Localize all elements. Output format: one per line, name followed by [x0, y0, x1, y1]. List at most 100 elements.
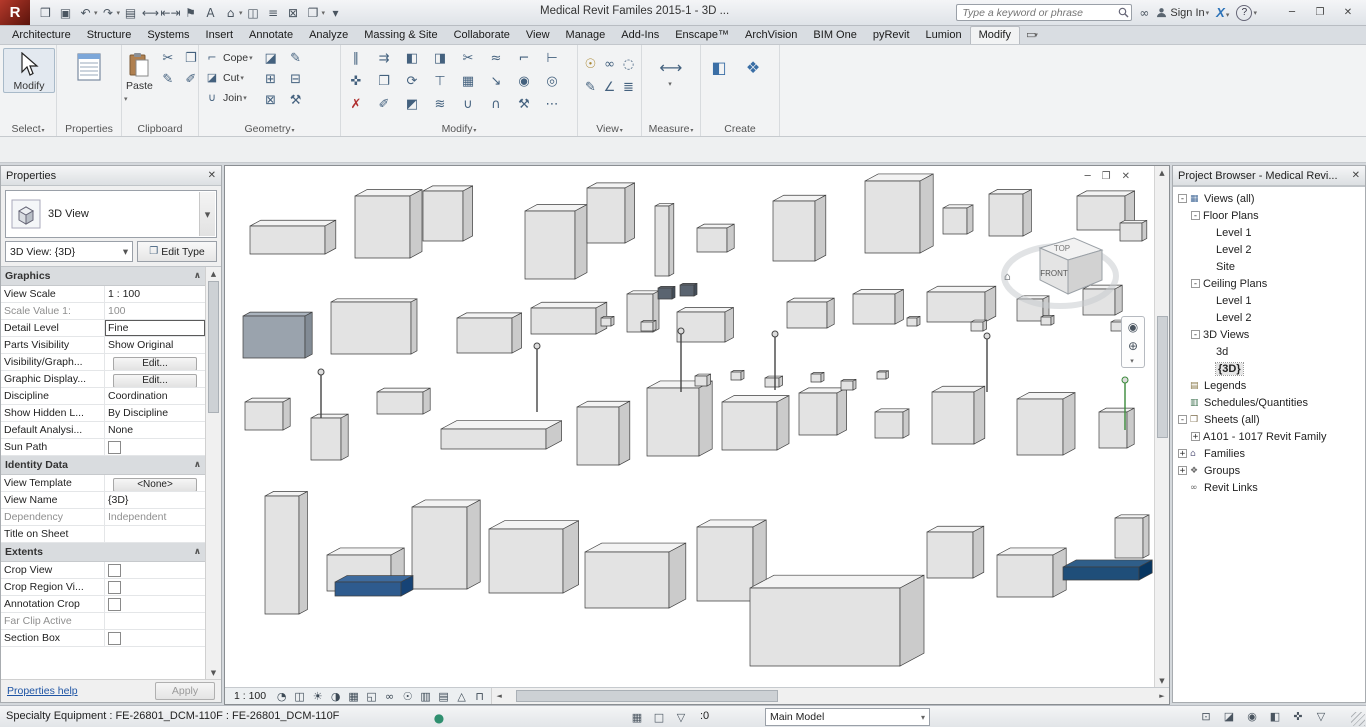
properties-help-link[interactable]: Properties help — [7, 685, 78, 697]
cut-icon[interactable]: ✂ — [156, 48, 180, 68]
unpin-icon[interactable]: ◎ — [540, 71, 564, 91]
tree-item-ceiling-plans[interactable]: -Ceiling Plans — [1173, 275, 1365, 292]
section-graphics[interactable]: Graphics∧ — [1, 267, 205, 286]
tree-item-legends[interactable]: ▤Legends — [1173, 377, 1365, 394]
editable-only-icon[interactable]: □ — [650, 710, 668, 725]
tree-item-sheets-all[interactable]: -❒Sheets (all) — [1173, 411, 1365, 428]
show-crop-region-icon[interactable]: ◱ — [363, 689, 380, 703]
modify-tool-button[interactable]: Modify — [3, 48, 55, 93]
model-item[interactable] — [1115, 515, 1149, 558]
tree-item-site[interactable]: Site — [1173, 258, 1365, 275]
insulate-icon[interactable]: ≋ — [428, 94, 452, 114]
model-item[interactable] — [441, 421, 562, 449]
tab-analyze[interactable]: Analyze — [301, 27, 356, 44]
close-icon[interactable]: ✕ — [208, 170, 216, 181]
scrollbar-thumb[interactable] — [208, 281, 219, 413]
property-value[interactable]: Edit... — [105, 371, 205, 387]
cut-profile-icon[interactable]: ◩ — [400, 94, 424, 114]
beam-joins-icon[interactable]: ⊟ — [284, 69, 308, 89]
expand-box[interactable]: + — [1191, 432, 1200, 441]
model-item[interactable] — [907, 316, 920, 326]
view-minimize-icon[interactable]: ─ — [1085, 171, 1091, 182]
close-icon[interactable]: ✕ — [1352, 170, 1360, 181]
model-pole[interactable] — [534, 343, 540, 412]
collapse-chevron-icon[interactable]: ∧ — [194, 271, 201, 281]
tree-item-3d-views[interactable]: -3D Views — [1173, 326, 1365, 343]
checkbox[interactable] — [108, 598, 121, 611]
save-icon[interactable]: ▣ — [56, 4, 75, 22]
model-item[interactable] — [311, 414, 348, 460]
temporary-hide-isolate-icon[interactable]: ∞ — [600, 54, 619, 74]
model-item[interactable] — [1017, 393, 1075, 455]
property-value[interactable] — [105, 562, 205, 578]
exchange-dropdown[interactable]: ▾ — [1226, 11, 1230, 19]
override-graphics-icon[interactable]: ✎ — [581, 77, 600, 97]
search-input[interactable] — [956, 4, 1132, 21]
print-icon[interactable]: ▤ — [121, 4, 140, 22]
zoom-dropdown[interactable]: ▾ — [1130, 357, 1134, 365]
model-item[interactable] — [722, 396, 789, 450]
model-item[interactable] — [695, 374, 711, 386]
model-item[interactable] — [250, 220, 336, 254]
measure-between-references-dropdown[interactable]: ▾ — [668, 80, 672, 88]
undo-icon[interactable]: ↶ — [76, 4, 95, 22]
apply-button[interactable]: Apply — [155, 682, 215, 700]
redo-icon[interactable]: ↷ — [99, 4, 118, 22]
scroll-down-icon[interactable]: ▼ — [211, 666, 216, 679]
tree-item-level-1[interactable]: Level 1 — [1173, 224, 1365, 241]
search-icon[interactable] — [1118, 7, 1129, 18]
model-item[interactable] — [875, 409, 909, 438]
sign-in-button[interactable]: Sign In ▾ — [1156, 7, 1209, 19]
maximize-button[interactable]: ❐ — [1306, 3, 1334, 22]
model-item[interactable] — [731, 370, 744, 380]
property-value[interactable] — [105, 596, 205, 612]
zoom-icon[interactable]: ⊕ — [1124, 338, 1142, 354]
text-icon[interactable]: A — [201, 4, 220, 22]
drag-on-selection-icon[interactable]: ✜ — [1289, 709, 1307, 724]
model-item[interactable] — [853, 290, 903, 324]
vertical-scrollbar[interactable]: ▲ ▼ — [1154, 166, 1169, 687]
tree-item-level-2[interactable]: Level 2 — [1173, 309, 1365, 326]
property-value[interactable]: 100 — [105, 303, 205, 319]
paint-icon[interactable]: ✎ — [284, 48, 308, 68]
trim-corner-icon[interactable]: ⌐ — [512, 48, 536, 68]
model-item[interactable] — [927, 286, 996, 322]
collapse-box[interactable]: - — [1178, 194, 1187, 203]
model-item[interactable] — [585, 543, 686, 608]
model-item[interactable] — [1099, 408, 1134, 448]
active-workset-icon[interactable]: ▦ — [628, 710, 646, 725]
undo-dropdown[interactable]: ▾ — [94, 9, 98, 17]
tree-item-families[interactable]: +⌂Families — [1173, 445, 1365, 462]
property-value[interactable]: Coordination — [105, 388, 205, 404]
tab-add-ins[interactable]: Add-Ins — [613, 27, 667, 44]
switch-windows-dropdown[interactable]: ▾ — [322, 9, 326, 17]
select-by-face-icon[interactable]: ◧ — [1266, 709, 1284, 724]
tree-item-views-all[interactable]: -▦Views (all) — [1173, 190, 1365, 207]
filter-icon[interactable]: ▽ — [1312, 709, 1330, 724]
panel-label-view[interactable]: View ▾ — [578, 123, 641, 135]
selection-filter-icon[interactable]: ▽ — [672, 710, 690, 725]
model-item[interactable] — [658, 286, 675, 299]
pin-icon[interactable]: ◉ — [512, 71, 536, 91]
align-icon[interactable]: ∥ — [344, 48, 368, 68]
close-hidden-windows-icon[interactable]: ⊠ — [284, 4, 303, 22]
model-item[interactable] — [265, 492, 307, 614]
select-links-icon[interactable]: ⊡ — [1197, 709, 1215, 724]
model-pole[interactable] — [318, 369, 324, 418]
steering-wheel-icon[interactable]: ◉ — [1124, 319, 1142, 335]
crop-view-icon[interactable]: ▦ — [345, 689, 362, 703]
model-item[interactable] — [773, 195, 826, 261]
element-selector-combo[interactable]: 3D View: {3D} ▾ — [5, 241, 133, 262]
horizontal-scrollbar-thumb[interactable] — [516, 690, 778, 702]
panel-label-properties[interactable]: Properties — [57, 123, 121, 135]
panel-label-measure[interactable]: Measure ▾ — [642, 123, 700, 135]
tree-item-groups[interactable]: +❖Groups — [1173, 462, 1365, 479]
design-options-dropdown[interactable]: ▾ — [921, 713, 925, 722]
tab-manage[interactable]: Manage — [558, 27, 614, 44]
model-item[interactable] — [697, 224, 734, 252]
model-item[interactable] — [412, 500, 480, 589]
property-value[interactable]: Show Original — [105, 337, 205, 353]
worksharing-display-icon[interactable]: ▥ — [417, 689, 434, 703]
model-item[interactable] — [577, 401, 630, 465]
match-type-icon[interactable]: ✎ — [156, 69, 180, 89]
